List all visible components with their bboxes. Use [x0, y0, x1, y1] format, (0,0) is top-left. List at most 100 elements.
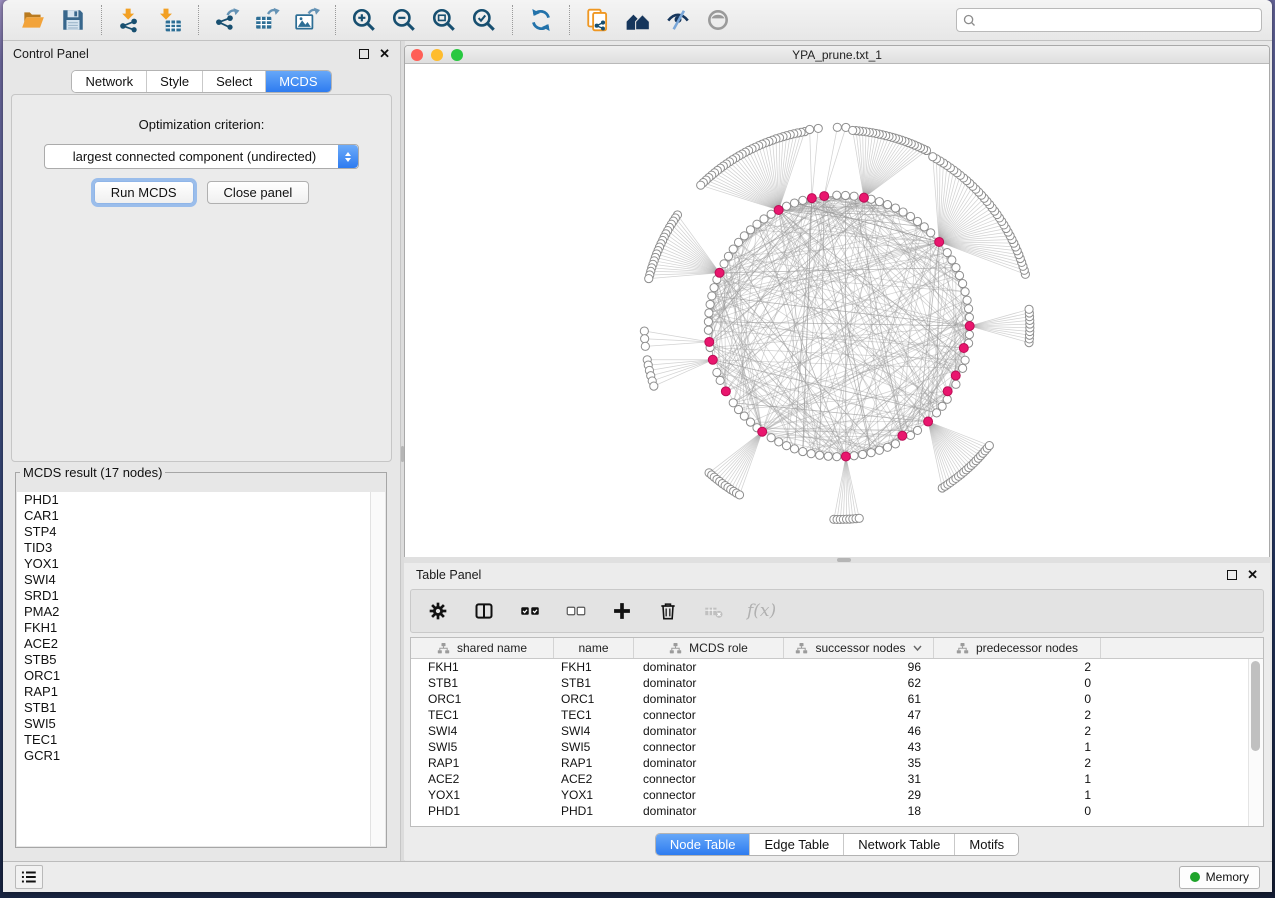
- table-panel-tabs: Node TableEdge TableNetwork TableMotifs: [404, 833, 1270, 856]
- mcds-result-item[interactable]: PHD1: [17, 492, 385, 508]
- add-column-button[interactable]: [609, 598, 635, 624]
- table-panel-titlebar: Table Panel ✕: [404, 563, 1270, 587]
- close-panel-icon[interactable]: ✕: [1247, 570, 1258, 580]
- close-panel-button[interactable]: Close panel: [207, 181, 310, 204]
- shared-column-icon: [437, 642, 450, 655]
- export-image-button[interactable]: [289, 3, 325, 37]
- gear-button[interactable]: [425, 598, 451, 624]
- mcds-result-item[interactable]: CAR1: [17, 508, 385, 524]
- run-mcds-button[interactable]: Run MCDS: [94, 181, 194, 204]
- zoom-selected-button[interactable]: [466, 3, 502, 37]
- export-network-button[interactable]: [209, 3, 245, 37]
- splitter-grip-icon: [837, 558, 851, 562]
- column-header-successor-nodes[interactable]: successor nodes: [784, 638, 934, 658]
- optimization-criterion-select[interactable]: largest connected component (undirected): [44, 144, 359, 169]
- split-view-button[interactable]: [471, 598, 497, 624]
- mcds-result-item[interactable]: PMA2: [17, 604, 385, 620]
- table-cell: 35: [784, 756, 934, 770]
- show-panels-button[interactable]: [15, 865, 43, 889]
- new-network-from-selection-button[interactable]: [580, 3, 616, 37]
- mcds-result-item[interactable]: STB5: [17, 652, 385, 668]
- table-cell: ACE2: [554, 772, 634, 786]
- main-toolbar: [3, 0, 1272, 41]
- table-row[interactable]: ACE2ACE2connector311: [411, 771, 1263, 787]
- deselect-all-button[interactable]: [563, 598, 589, 624]
- tab-network-table[interactable]: Network Table: [843, 834, 954, 855]
- table-row[interactable]: ORC1ORC1dominator610: [411, 691, 1263, 707]
- mcds-result-item[interactable]: ACE2: [17, 636, 385, 652]
- mcds-result-scrollbar[interactable]: [370, 492, 385, 846]
- table-cell: 2: [934, 660, 1101, 674]
- search-input[interactable]: [980, 12, 1255, 28]
- mcds-result-item[interactable]: TID3: [17, 540, 385, 556]
- tab-network[interactable]: Network: [72, 71, 146, 92]
- float-panel-icon[interactable]: [1227, 570, 1237, 580]
- scrollbar-thumb[interactable]: [1251, 661, 1260, 751]
- network-canvas[interactable]: [405, 64, 1269, 558]
- toolbar-separator: [101, 5, 102, 35]
- column-header-MCDS-role[interactable]: MCDS role: [634, 638, 784, 658]
- hide-graphics-details-button[interactable]: [660, 3, 696, 37]
- table-cell: 1: [934, 788, 1101, 802]
- mcds-result-item[interactable]: TEC1: [17, 732, 385, 748]
- column-header-shared-name[interactable]: shared name: [411, 638, 554, 658]
- delete-table-button[interactable]: [701, 598, 727, 624]
- table-row[interactable]: FKH1FKH1dominator962: [411, 659, 1263, 675]
- column-header-predecessor-nodes[interactable]: predecessor nodes: [934, 638, 1101, 658]
- tab-mcds[interactable]: MCDS: [265, 71, 330, 92]
- select-all-button[interactable]: [517, 598, 543, 624]
- mcds-result-item[interactable]: SRD1: [17, 588, 385, 604]
- table-row[interactable]: STB1STB1dominator620: [411, 675, 1263, 691]
- table-row[interactable]: YOX1YOX1connector291: [411, 787, 1263, 803]
- table-cell: 18: [784, 804, 934, 818]
- tab-edge-table[interactable]: Edge Table: [749, 834, 843, 855]
- mcds-result-item[interactable]: ORC1: [17, 668, 385, 684]
- show-graphics-details-button[interactable]: [700, 3, 736, 37]
- open-session-button[interactable]: [15, 3, 51, 37]
- table-row[interactable]: TEC1TEC1connector472: [411, 707, 1263, 723]
- tab-node-table[interactable]: Node Table: [656, 834, 750, 855]
- refresh-button[interactable]: [523, 3, 559, 37]
- zoom-out-button[interactable]: [386, 3, 422, 37]
- float-panel-icon[interactable]: [359, 49, 369, 59]
- mcds-result-item[interactable]: GCR1: [17, 748, 385, 764]
- import-table-button[interactable]: [152, 3, 188, 37]
- table-cell: 43: [784, 740, 934, 754]
- split-view-icon: [474, 601, 494, 621]
- mcds-result-item[interactable]: STP4: [17, 524, 385, 540]
- tab-motifs[interactable]: Motifs: [954, 834, 1018, 855]
- mcds-result-item[interactable]: STB1: [17, 700, 385, 716]
- table-cell: PHD1: [411, 804, 554, 818]
- table-cell: 1: [934, 772, 1101, 786]
- mcds-result-item[interactable]: YOX1: [17, 556, 385, 572]
- table-row[interactable]: SWI5SWI5connector431: [411, 739, 1263, 755]
- table-row[interactable]: SWI4SWI4dominator462: [411, 723, 1263, 739]
- export-table-button[interactable]: [249, 3, 285, 37]
- mcds-result-item[interactable]: SWI4: [17, 572, 385, 588]
- mcds-result-item[interactable]: FKH1: [17, 620, 385, 636]
- close-panel-icon[interactable]: ✕: [379, 49, 390, 59]
- zoom-in-button[interactable]: [346, 3, 382, 37]
- optimization-criterion-value: largest connected component (undirected): [45, 149, 338, 164]
- delete-icon: [658, 601, 678, 621]
- table-cell: STB1: [411, 676, 554, 690]
- import-network-button[interactable]: [112, 3, 148, 37]
- search-box[interactable]: [956, 8, 1262, 32]
- function-builder-button[interactable]: f(x): [747, 598, 776, 624]
- table-row[interactable]: RAP1RAP1dominator352: [411, 755, 1263, 771]
- memory-button[interactable]: Memory: [1179, 866, 1260, 889]
- table-row[interactable]: PHD1PHD1dominator180: [411, 803, 1263, 819]
- table-scrollbar[interactable]: [1248, 659, 1263, 826]
- table-header-row: shared namenameMCDS rolesuccessor nodesp…: [411, 638, 1263, 659]
- column-header-name[interactable]: name: [554, 638, 634, 658]
- tab-select[interactable]: Select: [202, 71, 265, 92]
- save-session-button[interactable]: [55, 3, 91, 37]
- network-window-titlebar[interactable]: YPA_prune.txt_1: [405, 46, 1269, 64]
- tab-style[interactable]: Style: [146, 71, 202, 92]
- mcds-result-item[interactable]: RAP1: [17, 684, 385, 700]
- export-table-icon: [254, 7, 280, 33]
- home-button[interactable]: [620, 3, 656, 37]
- delete-button[interactable]: [655, 598, 681, 624]
- zoom-fit-button[interactable]: [426, 3, 462, 37]
- mcds-result-item[interactable]: SWI5: [17, 716, 385, 732]
